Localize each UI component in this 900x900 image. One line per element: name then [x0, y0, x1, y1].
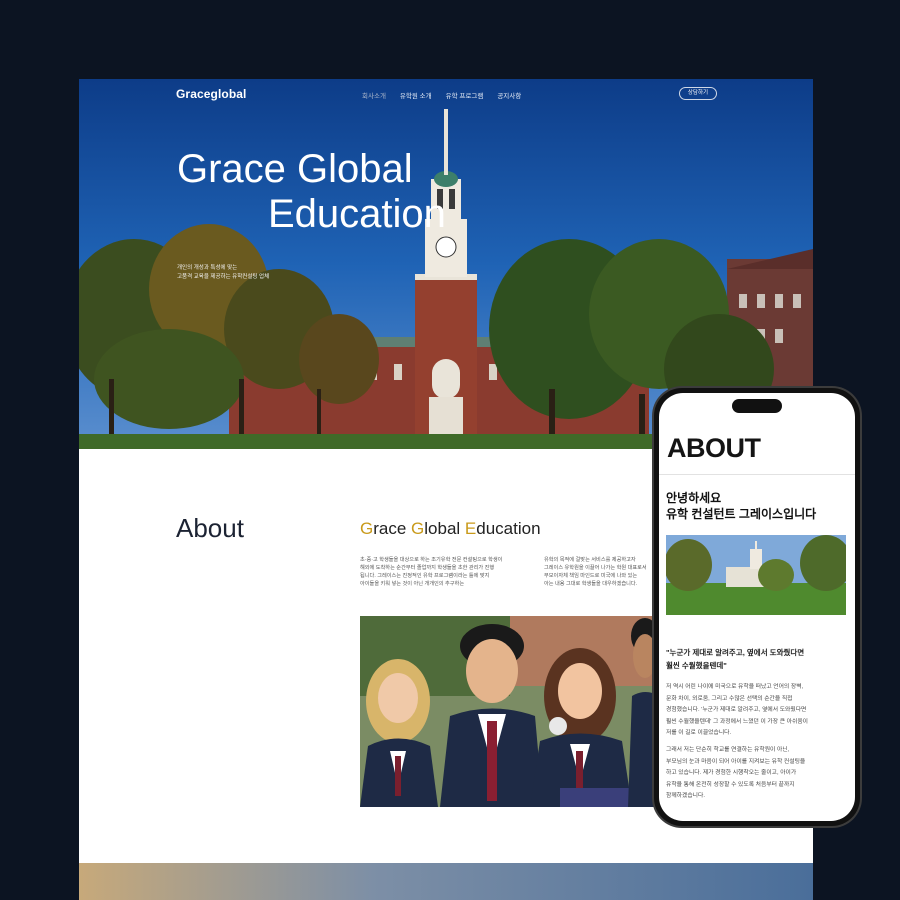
hero-subtitle-line2: 고품격 교육을 제공하는 유학컨설팅 업체	[177, 274, 270, 280]
mobile-greeting: 안녕하세요 유학 컨설턴트 그레이스입니다	[666, 490, 816, 522]
paragraph-line: 저 역시 어린 나이에 미국으로 유학을 떠났고 언어의 장벽,	[666, 684, 804, 690]
paragraph-line: 함께하겠습니다.	[666, 793, 705, 799]
campus-photo-illustration	[666, 535, 846, 615]
about-text-line: 초·중·고 학생들을 대상으로 하는 조기유학 전문 컨설팅으로 학생이	[360, 557, 503, 563]
paragraph-line: 하고 있습니다. 제가 경험한 시행착오는 줄이고, 아이가	[666, 770, 797, 776]
paragraph-line: 유학을 통해 온전히 성장할 수 있도록 처음부터 끝까지	[666, 781, 795, 788]
hero-subtitle: 개인의 개성과 특성에 맞는 고품격 교육을 제공하는 유학컨설팅 업체	[177, 264, 297, 282]
about-text-line: 아이들을 키워 넣는 것이 아닌 개개인의 추구하는	[360, 581, 465, 587]
mobile-paragraph-1: 저 역시 어린 나이에 미국으로 유학을 떠났고 언어의 장벽, 문화 차이, …	[666, 682, 848, 740]
brand-letter-g2: G	[411, 519, 425, 538]
nav-item-agency[interactable]: 유학원 소개	[400, 90, 432, 100]
nav-item-company[interactable]: 회사소개	[362, 90, 386, 100]
quote-line1: "누군가 제대로 알려주고, 옆에서 도와줬다면	[666, 648, 805, 657]
about-text-line: 그레이스 유학원을 이끌어 나가는 학원 대표로서	[544, 565, 647, 571]
nav-item-notice[interactable]: 공지사항	[497, 90, 521, 100]
hero-title-line2: Education	[268, 192, 446, 236]
brand-heading: Grace Global Education	[360, 519, 541, 539]
brand-letter-g1: G	[360, 519, 374, 538]
about-text-line: 유학의 목적에 걸맞는 서비스를 제공하고자	[544, 557, 636, 563]
mobile-campus-photo	[666, 535, 846, 615]
dynamic-island	[732, 399, 782, 413]
mobile-screen: ABOUT 안녕하세요 유학 컨설턴트 그레이스입니다 "누군가 제대로 알려주…	[659, 393, 855, 821]
hero-subtitle-line1: 개인의 개성과 특성에 맞는	[177, 265, 238, 271]
site-logo[interactable]: Graceglobal	[176, 87, 246, 101]
hero-title-line1: Grace Global	[177, 147, 413, 191]
paragraph-line: 저를 이 길로 이끌었습니다.	[666, 730, 732, 736]
paragraph-line: 문화 차이, 외로움, 그리고 수많은 선택의 순간을 직접	[666, 695, 793, 702]
mobile-quote: "누군가 제대로 알려주고, 옆에서 도와줬다면 훨씬 수월했을텐데"	[666, 646, 848, 672]
quote-line2: 훨씬 수월했을텐데"	[666, 661, 727, 670]
paragraph-line: 부모님의 눈과 마음이 되어 아이를 지켜보는 유학 컨설팅을	[666, 758, 806, 765]
next-section-banner	[79, 863, 813, 900]
about-heading: About	[176, 513, 244, 543]
greeting-line1: 안녕하세요	[666, 491, 722, 505]
about-text-col2: 유학의 목적에 걸맞는 서비스를 제공하고자 그레이스 유학원을 이끌어 나가는…	[544, 556, 664, 588]
brand-word-lobal: lobal	[424, 519, 465, 538]
brand-letter-e: E	[464, 519, 477, 538]
divider	[659, 474, 855, 475]
nav-item-programs[interactable]: 유학 프로그램	[446, 90, 484, 100]
paragraph-line: 경험했습니다. '누군가 제대로 알려주고, 옆에서 도와줬다면	[666, 707, 807, 713]
about-text-line: 아는 내용 그대로 학생들을 대우하겠습니다.	[544, 581, 638, 587]
hero-title: Grace Global Education	[177, 147, 446, 237]
banner-image	[79, 863, 813, 900]
greeting-line2: 유학 컨설턴트 그레이스입니다	[666, 507, 817, 521]
mobile-about-heading: ABOUT	[667, 433, 761, 463]
about-text-col1: 초·중·고 학생들을 대상으로 하는 조기유학 전문 컨설팅으로 학생이 해외에…	[360, 556, 510, 588]
mobile-mockup: ABOUT 안녕하세요 유학 컨설턴트 그레이스입니다 "누군가 제대로 알려주…	[654, 388, 860, 826]
mobile-paragraph-2: 그래서 저는 단순히 학교를 연결하는 유학원이 아닌, 부모님의 눈과 마음이…	[666, 745, 848, 803]
paragraph-line: 훨씬 수월했을텐데' 그 과정에서 느꼈던 이 가장 큰 아쉬움이	[666, 718, 808, 725]
about-text-line: 됩니다. 그레이스는 진정적인 유학 프로그램이라는 틀에 맞지	[360, 573, 490, 579]
brand-word-ducation: ducation	[476, 519, 541, 538]
top-navigation: Graceglobal 회사소개 유학원 소개 유학 프로그램 공지사항 상담하…	[79, 79, 813, 109]
nav-links: 회사소개 유학원 소개 유학 프로그램 공지사항	[362, 90, 521, 100]
consult-button[interactable]: 상담하기	[679, 87, 717, 100]
paragraph-line: 그래서 저는 단순히 학교를 연결하는 유학원이 아닌,	[666, 747, 790, 753]
about-text-line: 해외에 도착하는 순간부터 졸업까지 학생들을 초한 관리가 진행	[360, 565, 495, 571]
about-text-line: 부모이자체 책임 마인드로 미국에 나와 있는	[544, 573, 638, 579]
brand-word-race: race	[373, 519, 412, 538]
